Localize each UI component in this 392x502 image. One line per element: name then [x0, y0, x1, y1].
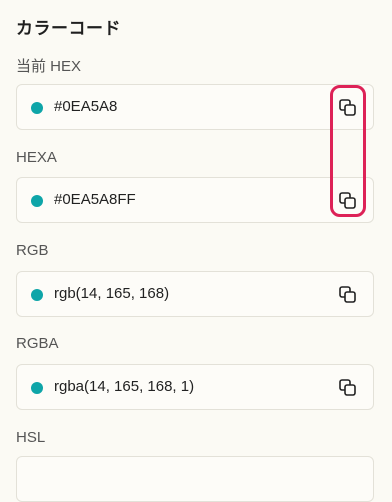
- copy-rgb-button[interactable]: [337, 284, 359, 306]
- section-title: カラーコード: [16, 19, 121, 38]
- rgb-field[interactable]: rgb(14, 165, 168): [16, 271, 374, 317]
- copy-rgba-button[interactable]: [337, 377, 359, 399]
- hsl-label: HSL: [16, 429, 46, 446]
- copy-hex-button[interactable]: [337, 97, 359, 119]
- rgb-label: RGB: [16, 242, 49, 259]
- copy-icon: [339, 99, 356, 116]
- color-swatch: [31, 289, 43, 301]
- color-swatch: [31, 195, 43, 207]
- hex-field[interactable]: #0EA5A8: [16, 84, 374, 130]
- rgba-label: RGBA: [16, 335, 59, 352]
- rgb-value[interactable]: rgb(14, 165, 168): [54, 285, 169, 302]
- copy-icon: [339, 286, 356, 303]
- hex-value[interactable]: #0EA5A8: [54, 98, 117, 115]
- color-swatch: [31, 382, 43, 394]
- copy-hexa-button[interactable]: [337, 190, 359, 212]
- hexa-value[interactable]: #0EA5A8FF: [54, 191, 136, 208]
- copy-icon: [339, 379, 356, 396]
- rgba-field[interactable]: rgba(14, 165, 168, 1): [16, 364, 374, 410]
- hexa-label: HEXA: [16, 149, 57, 166]
- color-code-panel: カラーコード 当前 HEX #0EA5A8 HEXA #0EA5A8FF RGB…: [0, 0, 392, 502]
- color-swatch: [31, 102, 43, 114]
- hsl-field[interactable]: [16, 456, 374, 502]
- copy-icon: [339, 192, 356, 209]
- rgba-value[interactable]: rgba(14, 165, 168, 1): [54, 378, 194, 395]
- hexa-field[interactable]: #0EA5A8FF: [16, 177, 374, 223]
- hex-label: 当前 HEX: [16, 58, 82, 75]
